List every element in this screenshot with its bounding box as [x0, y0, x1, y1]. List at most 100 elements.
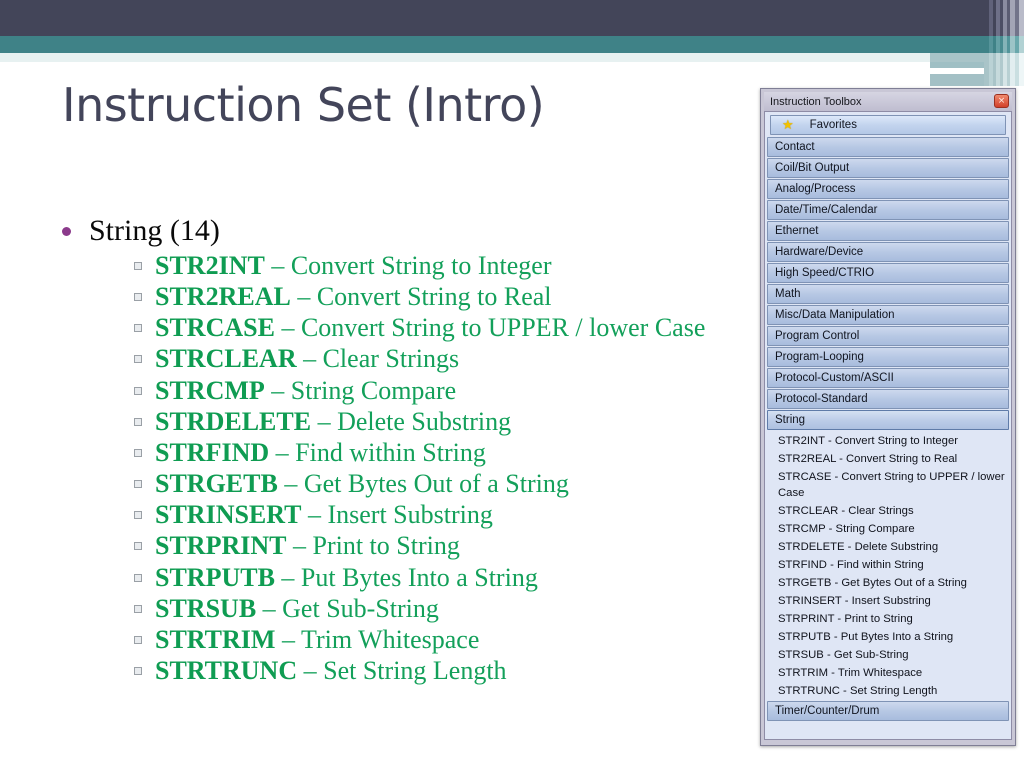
- category-item[interactable]: Program-Looping: [767, 347, 1009, 367]
- instruction-description: – Convert String to Integer: [264, 251, 552, 280]
- square-bullet-icon: [134, 667, 142, 676]
- category-item[interactable]: Timer/Counter/Drum: [767, 701, 1009, 722]
- category-item-label: Ethernet: [775, 225, 819, 237]
- instruction-list-item[interactable]: STRCLEAR - Clear Strings: [767, 502, 1009, 520]
- list-item-label: STRTRUNC – Set String Length: [155, 656, 507, 686]
- close-icon[interactable]: ×: [994, 94, 1009, 108]
- toolbox-body: ★ Favorites Contact Coil/Bit Output Analog…: [764, 111, 1012, 740]
- list-item-label: STRTRIM – Trim Whitespace: [155, 625, 479, 655]
- list-item-heading: String (14): [62, 214, 762, 247]
- square-bullet-icon: [134, 573, 142, 582]
- category-string[interactable]: String: [767, 410, 1009, 430]
- instruction-list-item[interactable]: STRFIND - Find within String: [767, 556, 1009, 574]
- instruction-name: STRPRINT: [155, 531, 287, 561]
- list-item: STRPRINT – Print to String: [134, 531, 762, 561]
- list-item-label: STRGETB – Get Bytes Out of a String: [155, 469, 569, 499]
- category-item[interactable]: Coil/Bit Output: [767, 158, 1009, 178]
- instruction-description: – Set String Length: [297, 656, 507, 686]
- category-item[interactable]: Protocol-Custom/ASCII: [767, 368, 1009, 388]
- category-item[interactable]: High Speed/CTRIO: [767, 263, 1009, 283]
- list-item: STRCLEAR – Clear Strings: [134, 344, 762, 374]
- instruction-list-item[interactable]: STRSUB - Get Sub-String: [767, 646, 1009, 664]
- instruction-list-item[interactable]: STRINSERT - Insert Substring: [767, 592, 1009, 610]
- list-item-label: STRFIND – Find within String: [155, 438, 486, 468]
- category-item-label: Hardware/Device: [775, 246, 864, 258]
- list-item: STRFIND – Find within String: [134, 438, 762, 468]
- category-item-label: Date/Time/Calendar: [775, 204, 878, 216]
- instruction-description: – Trim Whitespace: [275, 624, 480, 654]
- instruction-description: – Get Sub-String: [256, 593, 439, 623]
- instruction-description: – Delete Substring: [311, 406, 512, 436]
- list-item-label: STRCASE – Convert String to UPPER / lowe…: [155, 313, 705, 343]
- category-item[interactable]: Hardware/Device: [767, 242, 1009, 262]
- list-item-label: STRINSERT – Insert Substring: [155, 500, 493, 530]
- list-item: STRDELETE – Delete Substring: [134, 407, 762, 437]
- list-item: STRCASE – Convert String to UPPER / lowe…: [134, 313, 762, 343]
- instruction-description: – Put Bytes Into a String: [274, 562, 538, 592]
- category-item[interactable]: Misc/Data Manipulation: [767, 305, 1009, 325]
- heading-label: String (14): [89, 214, 220, 247]
- square-bullet-icon: [134, 386, 142, 395]
- toolbox-title: Instruction Toolbox: [770, 95, 862, 108]
- instruction-name: STRPUTB: [155, 562, 275, 592]
- instruction-list-item[interactable]: STRPRINT - Print to String: [767, 610, 1009, 628]
- list-item-label: STR2REAL – Convert String to Real: [155, 282, 552, 312]
- square-bullet-icon: [134, 448, 142, 457]
- instruction-list-item[interactable]: STRGETB - Get Bytes Out of a String: [767, 574, 1009, 592]
- instruction-name: STRFIND: [155, 437, 270, 467]
- header-vertical-stripes: [984, 0, 1024, 86]
- square-bullet-icon: [134, 635, 142, 644]
- square-bullet-icon: [134, 293, 142, 302]
- instruction-list-item[interactable]: STRTRUNC - Set String Length: [767, 682, 1009, 700]
- instruction-name: STRCMP: [155, 375, 265, 405]
- instruction-list-item[interactable]: STRPUTB - Put Bytes Into a String: [767, 628, 1009, 646]
- list-item: STRPUTB – Put Bytes Into a String: [134, 563, 762, 593]
- category-favorites-label: Favorites: [809, 119, 857, 131]
- instruction-name: STR2REAL: [155, 282, 291, 312]
- square-bullet-icon: [134, 262, 142, 270]
- category-item[interactable]: Contact: [767, 137, 1009, 157]
- square-bullet-icon: [134, 324, 142, 333]
- instruction-list-item[interactable]: STR2INT - Convert String to Integer: [767, 432, 1009, 450]
- category-item-label: Math: [775, 288, 801, 300]
- category-item-label: Contact: [775, 141, 815, 153]
- instruction-name: STRTRIM: [155, 624, 276, 654]
- instruction-name: STRGETB: [155, 469, 278, 499]
- category-item[interactable]: Protocol-Standard: [767, 389, 1009, 409]
- instruction-list-item[interactable]: STRCMP - String Compare: [767, 520, 1009, 538]
- category-item-label: Program Control: [775, 330, 860, 342]
- instruction-name: STRTRUNC: [155, 656, 298, 686]
- category-item[interactable]: Math: [767, 284, 1009, 304]
- square-bullet-icon: [134, 511, 142, 520]
- category-favorites[interactable]: ★ Favorites: [770, 115, 1006, 135]
- star-icon: ★: [782, 117, 794, 132]
- instruction-name: STR2INT: [155, 251, 265, 280]
- instruction-name: STRSUB: [155, 593, 257, 623]
- list-item-label: STRPUTB – Put Bytes Into a String: [155, 563, 538, 593]
- category-list-after: Timer/Counter/Drum: [767, 701, 1009, 722]
- instruction-name: STRCLEAR: [155, 344, 297, 374]
- header-band-pale-left: [0, 53, 930, 62]
- instruction-list-item[interactable]: STRDELETE - Delete Substring: [767, 538, 1009, 556]
- square-bullet-icon: [134, 542, 142, 551]
- instruction-sublist: STR2INT – Convert String to Integer STR2R…: [134, 251, 762, 686]
- instruction-list-item[interactable]: STR2REAL - Convert String to Real: [767, 450, 1009, 468]
- list-item: STRSUB – Get Sub-String: [134, 594, 762, 624]
- header-band-dark: [0, 0, 1024, 36]
- toolbox-titlebar[interactable]: Instruction Toolbox ×: [764, 92, 1012, 111]
- category-item[interactable]: Ethernet: [767, 221, 1009, 241]
- category-item-label: Protocol-Custom/ASCII: [775, 372, 894, 384]
- category-item[interactable]: Analog/Process: [767, 179, 1009, 199]
- instruction-description: – Convert String to UPPER / lower Case: [274, 313, 706, 343]
- instruction-name: STRINSERT: [155, 500, 302, 530]
- header-band-teal: [0, 36, 1024, 53]
- square-bullet-icon: [134, 604, 142, 613]
- instruction-description: – Find within String: [269, 437, 486, 467]
- category-item-label: Coil/Bit Output: [775, 162, 850, 174]
- category-item[interactable]: Program Control: [767, 326, 1009, 346]
- instruction-list-item[interactable]: STRCASE - Convert String to UPPER / lowe…: [767, 468, 1009, 502]
- instruction-list-item[interactable]: STRTRIM - Trim Whitespace: [767, 664, 1009, 682]
- list-item-label: STRCMP – String Compare: [155, 376, 456, 406]
- instruction-description: – Convert String to Real: [290, 282, 552, 312]
- category-item[interactable]: Date/Time/Calendar: [767, 200, 1009, 220]
